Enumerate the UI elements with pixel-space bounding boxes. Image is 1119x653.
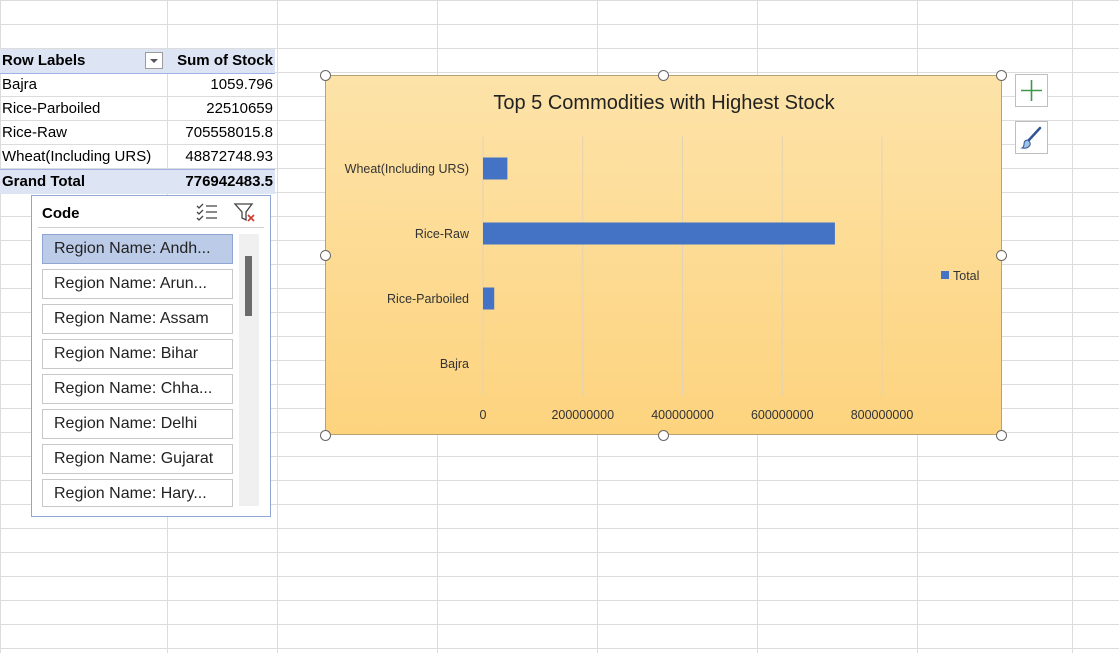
category-label: Rice-Raw bbox=[415, 227, 470, 241]
resize-handle-top-right[interactable] bbox=[996, 70, 1007, 81]
slicer-item[interactable]: Region Name: Bihar bbox=[42, 339, 233, 369]
plus-icon bbox=[1021, 80, 1042, 101]
chart-title: Top 5 Commodities with Highest Stock bbox=[493, 92, 835, 114]
bar-chart[interactable]: Top 5 Commodities with Highest Stock 0 200… bbox=[325, 75, 1002, 435]
chart-elements-button[interactable] bbox=[1015, 74, 1048, 107]
resize-handle-top[interactable] bbox=[658, 70, 669, 81]
category-label: Bajra bbox=[440, 357, 469, 371]
slicer-item[interactable]: Region Name: Andh... bbox=[42, 234, 233, 264]
resize-handle-bottom[interactable] bbox=[658, 430, 669, 441]
x-tick-label: 0 bbox=[480, 408, 487, 422]
brush-icon bbox=[1020, 126, 1042, 149]
resize-handle-right[interactable] bbox=[996, 250, 1007, 261]
pivot-row[interactable]: Rice-Raw 705558015.8 bbox=[0, 121, 275, 145]
x-tick-label: 200000000 bbox=[551, 408, 614, 422]
pivot-grand-total-row[interactable]: Grand Total 776942483.5 bbox=[0, 169, 275, 194]
column-divider bbox=[277, 0, 278, 653]
pivot-row-value: 22510659 bbox=[206, 100, 273, 117]
pivot-row-label: Wheat(Including URS) bbox=[2, 148, 152, 165]
resize-handle-bottom-left[interactable] bbox=[320, 430, 331, 441]
row-labels-header[interactable]: Row Labels bbox=[2, 52, 85, 69]
slicer-item[interactable]: Region Name: Delhi bbox=[42, 409, 233, 439]
chart-styles-button[interactable] bbox=[1015, 121, 1048, 154]
slicer-title: Code bbox=[42, 205, 80, 222]
slicer-item[interactable]: Region Name: Chha... bbox=[42, 374, 233, 404]
resize-handle-bottom-right[interactable] bbox=[996, 430, 1007, 441]
x-tick-label: 800000000 bbox=[851, 408, 914, 422]
slicer-scroll-thumb[interactable] bbox=[245, 256, 252, 316]
grand-total-label: Grand Total bbox=[2, 173, 86, 190]
pivot-row-label: Rice-Parboiled bbox=[2, 100, 101, 117]
sum-of-stock-header[interactable]: Sum of Stock bbox=[177, 52, 273, 69]
bar bbox=[483, 222, 835, 245]
grand-total-value: 776942483.5 bbox=[185, 173, 273, 190]
pivot-row[interactable]: Bajra 1059.796 bbox=[0, 73, 275, 97]
resize-handle-left[interactable] bbox=[320, 250, 331, 261]
chart-plot: Top 5 Commodities with Highest Stock 0 200… bbox=[345, 92, 980, 422]
slicer-scrollbar[interactable] bbox=[239, 234, 259, 506]
slicer-item[interactable]: Region Name: Assam bbox=[42, 304, 233, 334]
pivot-row-label: Rice-Raw bbox=[2, 124, 68, 141]
bar bbox=[483, 157, 508, 180]
resize-handle-top-left[interactable] bbox=[320, 70, 331, 81]
slicer-item[interactable]: Region Name: Gujarat bbox=[42, 444, 233, 474]
category-label: Rice-Parboiled bbox=[387, 292, 469, 306]
legend-label: Total bbox=[953, 269, 979, 283]
row-labels-filter-button[interactable] bbox=[145, 52, 163, 69]
pivot-row-label: Bajra bbox=[2, 76, 38, 93]
slicer-header-divider bbox=[38, 227, 264, 228]
pivot-row-value: 48872748.93 bbox=[185, 148, 273, 165]
x-tick-label: 400000000 bbox=[651, 408, 714, 422]
code-slicer[interactable]: Code Region Name: Andh... Region Name: A… bbox=[31, 195, 271, 517]
pivot-row-value: 1059.796 bbox=[210, 76, 273, 93]
slicer-item[interactable]: Region Name: Hary... bbox=[42, 479, 233, 507]
pivot-header-row[interactable]: Row Labels Sum of Stock bbox=[0, 49, 275, 74]
column-divider bbox=[1072, 0, 1073, 653]
slicer-item[interactable]: Region Name: Arun... bbox=[42, 269, 233, 299]
pivot-row[interactable]: Rice-Parboiled 22510659 bbox=[0, 97, 275, 121]
legend-swatch bbox=[941, 271, 949, 279]
clear-filter-icon[interactable] bbox=[233, 202, 257, 224]
pivot-row-value: 705558015.8 bbox=[185, 124, 273, 141]
x-tick-label: 600000000 bbox=[751, 408, 814, 422]
pivot-row[interactable]: Wheat(Including URS) 48872748.93 bbox=[0, 145, 275, 169]
bar bbox=[483, 287, 495, 310]
category-label: Wheat(Including URS) bbox=[345, 162, 469, 176]
multi-select-icon[interactable] bbox=[195, 202, 219, 224]
